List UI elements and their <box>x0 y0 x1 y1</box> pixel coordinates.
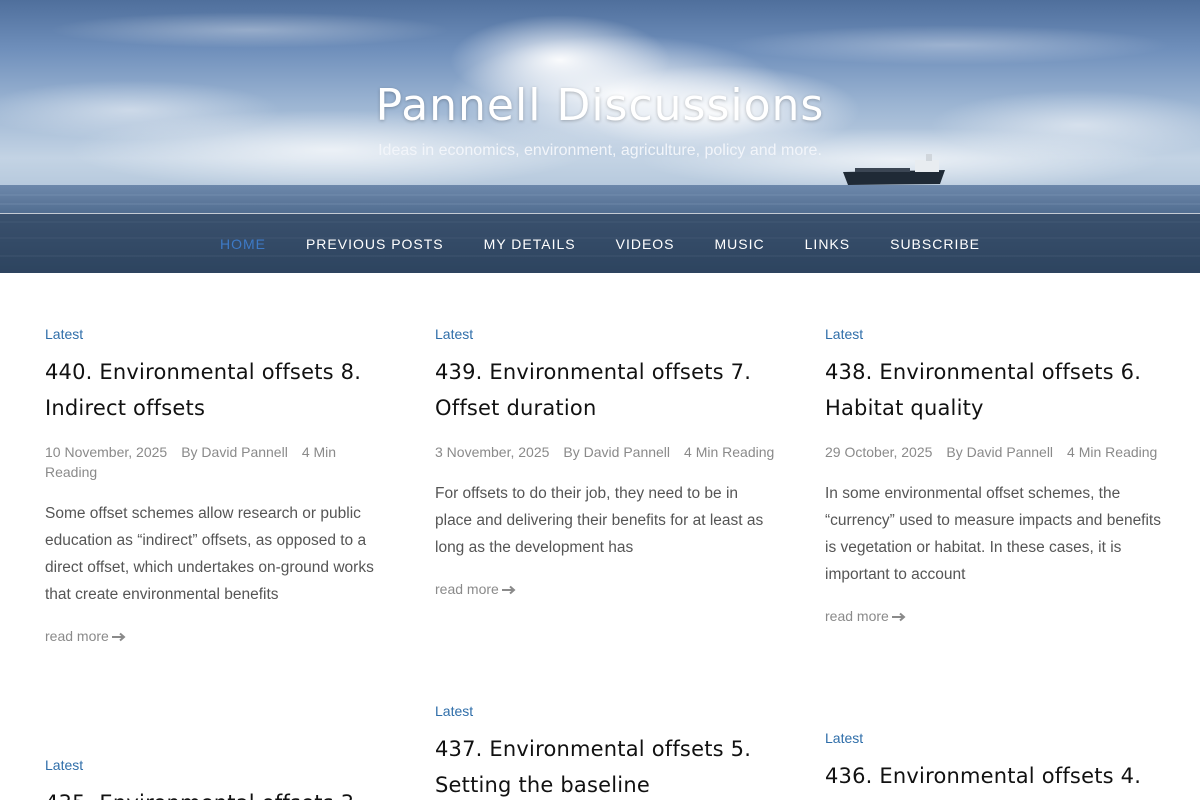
post-title-link[interactable]: 440. Environmental offsets 8. Indirect o… <box>45 354 385 426</box>
post-excerpt: Some offset schemes allow research or pu… <box>45 505 374 603</box>
post-title-link[interactable]: 435. Environmental offsets 3. <box>45 785 385 800</box>
post-category-link[interactable]: Latest <box>825 730 1165 746</box>
post-reading-time: 4 Min Reading <box>1067 444 1158 460</box>
post-reading-time: 4 Min Reading <box>684 444 775 460</box>
nav-item-subscribe[interactable]: SUBSCRIBE <box>870 236 1000 252</box>
post-category-link[interactable]: Latest <box>435 703 775 719</box>
main-navigation: HOME PREVIOUS POSTS MY DETAILS VIDEOS MU… <box>0 213 1200 273</box>
read-more-label: read more <box>435 581 499 597</box>
site-header: Pannell Discussions Ideas in economics, … <box>0 0 1200 273</box>
post-title-link[interactable]: 436. Environmental offsets 4. <box>825 758 1165 794</box>
post-author[interactable]: By David Pannell <box>181 444 288 460</box>
post-category-link[interactable]: Latest <box>45 326 385 342</box>
post-date[interactable]: 10 November, 2025 <box>45 444 167 460</box>
post-category-link[interactable]: Latest <box>45 757 385 773</box>
post-card: Latest 435. Environmental offsets 3. <box>45 757 385 800</box>
arrow-right-icon <box>111 629 126 645</box>
read-more-link[interactable]: read more <box>435 581 516 598</box>
post-category-link[interactable]: Latest <box>825 326 1165 342</box>
nav-item-music[interactable]: MUSIC <box>695 236 785 252</box>
nav-item-links[interactable]: LINKS <box>785 236 870 252</box>
post-excerpt: For offsets to do their job, they need t… <box>435 485 764 556</box>
post-date[interactable]: 29 October, 2025 <box>825 444 932 460</box>
post-title-link[interactable]: 437. Environmental offsets 5. Setting th… <box>435 731 775 800</box>
nav-item-previous-posts[interactable]: PREVIOUS POSTS <box>286 236 464 252</box>
post-category-link[interactable]: Latest <box>435 326 775 342</box>
read-more-label: read more <box>45 628 109 644</box>
post-date[interactable]: 3 November, 2025 <box>435 444 549 460</box>
post-meta: 3 November, 2025 By David Pannell 4 Min Re… <box>435 442 775 462</box>
post-author[interactable]: By David Pannell <box>946 444 1053 460</box>
read-more-link[interactable]: read more <box>45 628 126 645</box>
site-tagline: Ideas in economics, environment, agricul… <box>378 142 822 159</box>
read-more-label: read more <box>825 608 889 624</box>
site-title[interactable]: Pannell Discussions <box>0 80 1200 131</box>
post-card: Latest 440. Environmental offsets 8. Ind… <box>45 326 385 645</box>
nav-item-home[interactable]: HOME <box>200 236 286 252</box>
post-title-link[interactable]: 438. Environmental offsets 6. Habitat qu… <box>825 354 1165 426</box>
post-meta: 10 November, 2025 By David Pannell 4 Min R… <box>45 442 385 482</box>
post-author[interactable]: By David Pannell <box>563 444 670 460</box>
post-title-link[interactable]: 439. Environmental offsets 7. Offset dur… <box>435 354 775 426</box>
arrow-right-icon <box>501 582 516 598</box>
arrow-right-icon <box>891 609 906 625</box>
nav-item-videos[interactable]: VIDEOS <box>596 236 695 252</box>
nav-item-my-details[interactable]: MY DETAILS <box>464 236 596 252</box>
post-card: Latest 436. Environmental offsets 4. <box>825 730 1165 794</box>
post-meta: 29 October, 2025 By David Pannell 4 Min Re… <box>825 442 1165 462</box>
read-more-link[interactable]: read more <box>825 608 906 625</box>
post-card: Latest 438. Environmental offsets 6. Hab… <box>825 326 1165 625</box>
post-card: Latest 437. Environmental offsets 5. Set… <box>435 703 775 800</box>
post-excerpt: In some environmental offset schemes, th… <box>825 485 1161 583</box>
post-card: Latest 439. Environmental offsets 7. Off… <box>435 326 775 598</box>
